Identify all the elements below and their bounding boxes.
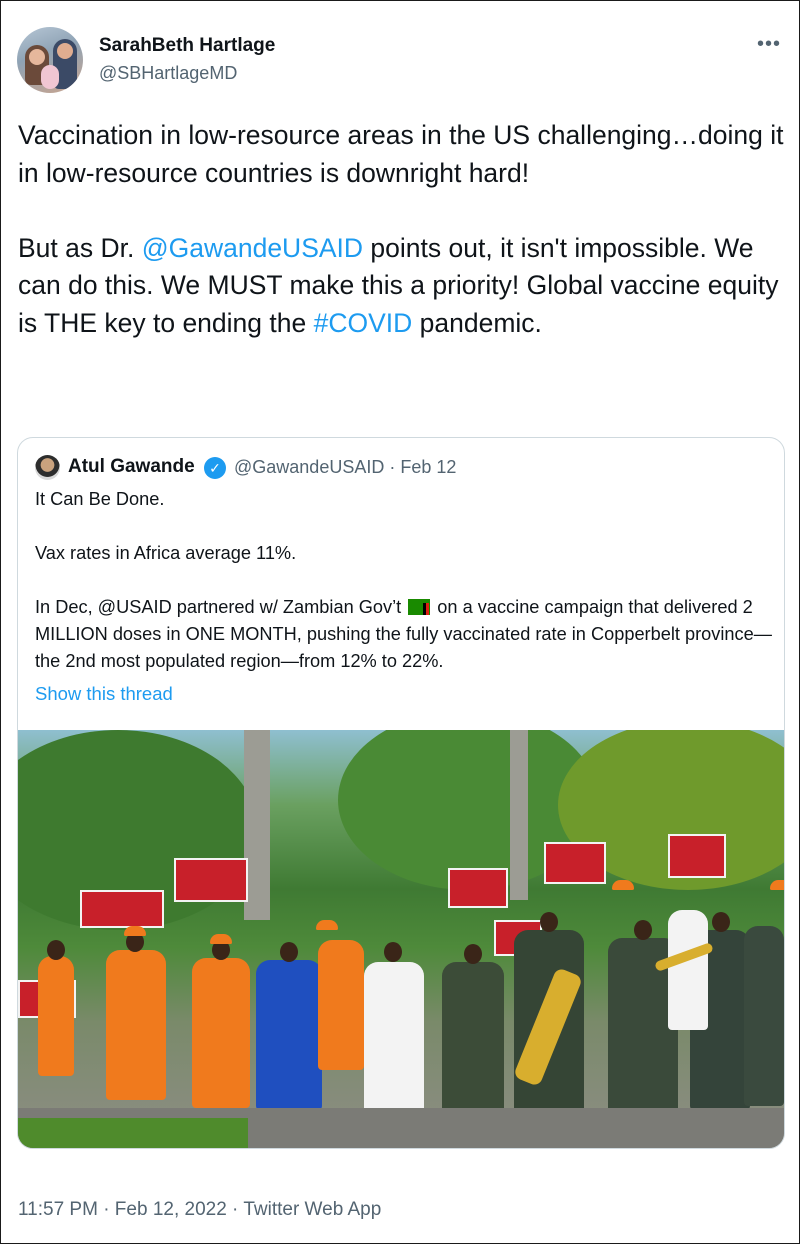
photo-person (318, 940, 364, 1070)
hashtag-link[interactable]: #COVID (314, 308, 413, 338)
author-name[interactable]: SarahBeth Hartlage (99, 35, 275, 57)
tweet-card: SarahBeth Hartlage @SBHartlageMD ••• Vac… (0, 0, 800, 1244)
text-segment: pandemic. (412, 307, 542, 338)
text-segment: In Dec, @USAID partnered w/ Zambian Gov’… (35, 597, 402, 617)
photo-person (668, 910, 708, 1030)
quoted-line: In Dec, @USAID partnered w/ Zambian Gov’… (35, 594, 775, 675)
photo-head (47, 940, 65, 960)
photo-cap (612, 880, 634, 890)
avatar-face (29, 49, 45, 65)
photo-sign (544, 842, 606, 884)
photo-person (442, 962, 504, 1122)
tweet-paragraph: But as Dr. @GawandeUSAID points out, it … (18, 230, 788, 343)
quoted-line: It Can Be Done. (35, 489, 165, 509)
photo-cap (316, 920, 338, 930)
photo-head (712, 912, 730, 932)
photo-grass (18, 1118, 248, 1148)
photo-person (106, 950, 166, 1100)
photo-cap (210, 934, 232, 944)
verified-badge-icon: ✓ (204, 457, 226, 479)
photo-sign (80, 890, 164, 928)
photo-person (256, 960, 322, 1110)
photo-pole (510, 730, 528, 900)
quoted-author-name: Atul Gawande (68, 456, 195, 477)
quoted-line: Vax rates in Africa average 11%. (35, 543, 297, 563)
photo-sign (174, 858, 248, 902)
tweet-paragraph: Vaccination in low-resource areas in the… (18, 120, 784, 188)
quoted-tweet-photo[interactable] (18, 730, 784, 1148)
photo-person (192, 958, 250, 1108)
quoted-author-meta: @GawandeUSAID · Feb 12 (234, 457, 457, 477)
photo-head (464, 944, 482, 964)
photo-cap (770, 880, 784, 890)
photo-person (38, 956, 74, 1076)
photo-person (744, 926, 784, 1106)
text-segment: But as Dr. (18, 232, 142, 263)
avatar-figure (41, 65, 59, 89)
tweet-timestamp[interactable]: 11:57 PM · Feb 12, 2022 · Twitter Web Ap… (18, 1199, 381, 1221)
quoted-author-avatar (35, 455, 60, 480)
photo-sign (448, 868, 508, 908)
tweet-body: Vaccination in low-resource areas in the… (18, 117, 788, 343)
author-handle[interactable]: @SBHartlageMD (99, 63, 237, 84)
mention-link[interactable]: @GawandeUSAID (142, 233, 363, 263)
photo-head (634, 920, 652, 940)
quoted-tweet-body: It Can Be Done. Vax rates in Africa aver… (35, 486, 775, 675)
photo-person (364, 962, 424, 1112)
author-avatar[interactable] (17, 27, 83, 93)
quoted-tweet[interactable]: Atul Gawande ✓ @GawandeUSAID · Feb 12 It… (17, 437, 785, 1149)
show-thread-link[interactable]: Show this thread (35, 683, 173, 705)
photo-sign (668, 834, 726, 878)
photo-head (540, 912, 558, 932)
photo-head (384, 942, 402, 962)
zambia-flag-icon (408, 599, 431, 615)
avatar-face (57, 43, 73, 59)
photo-cap (124, 926, 146, 936)
photo-head (280, 942, 298, 962)
more-horizontal-icon[interactable]: ••• (757, 33, 781, 56)
